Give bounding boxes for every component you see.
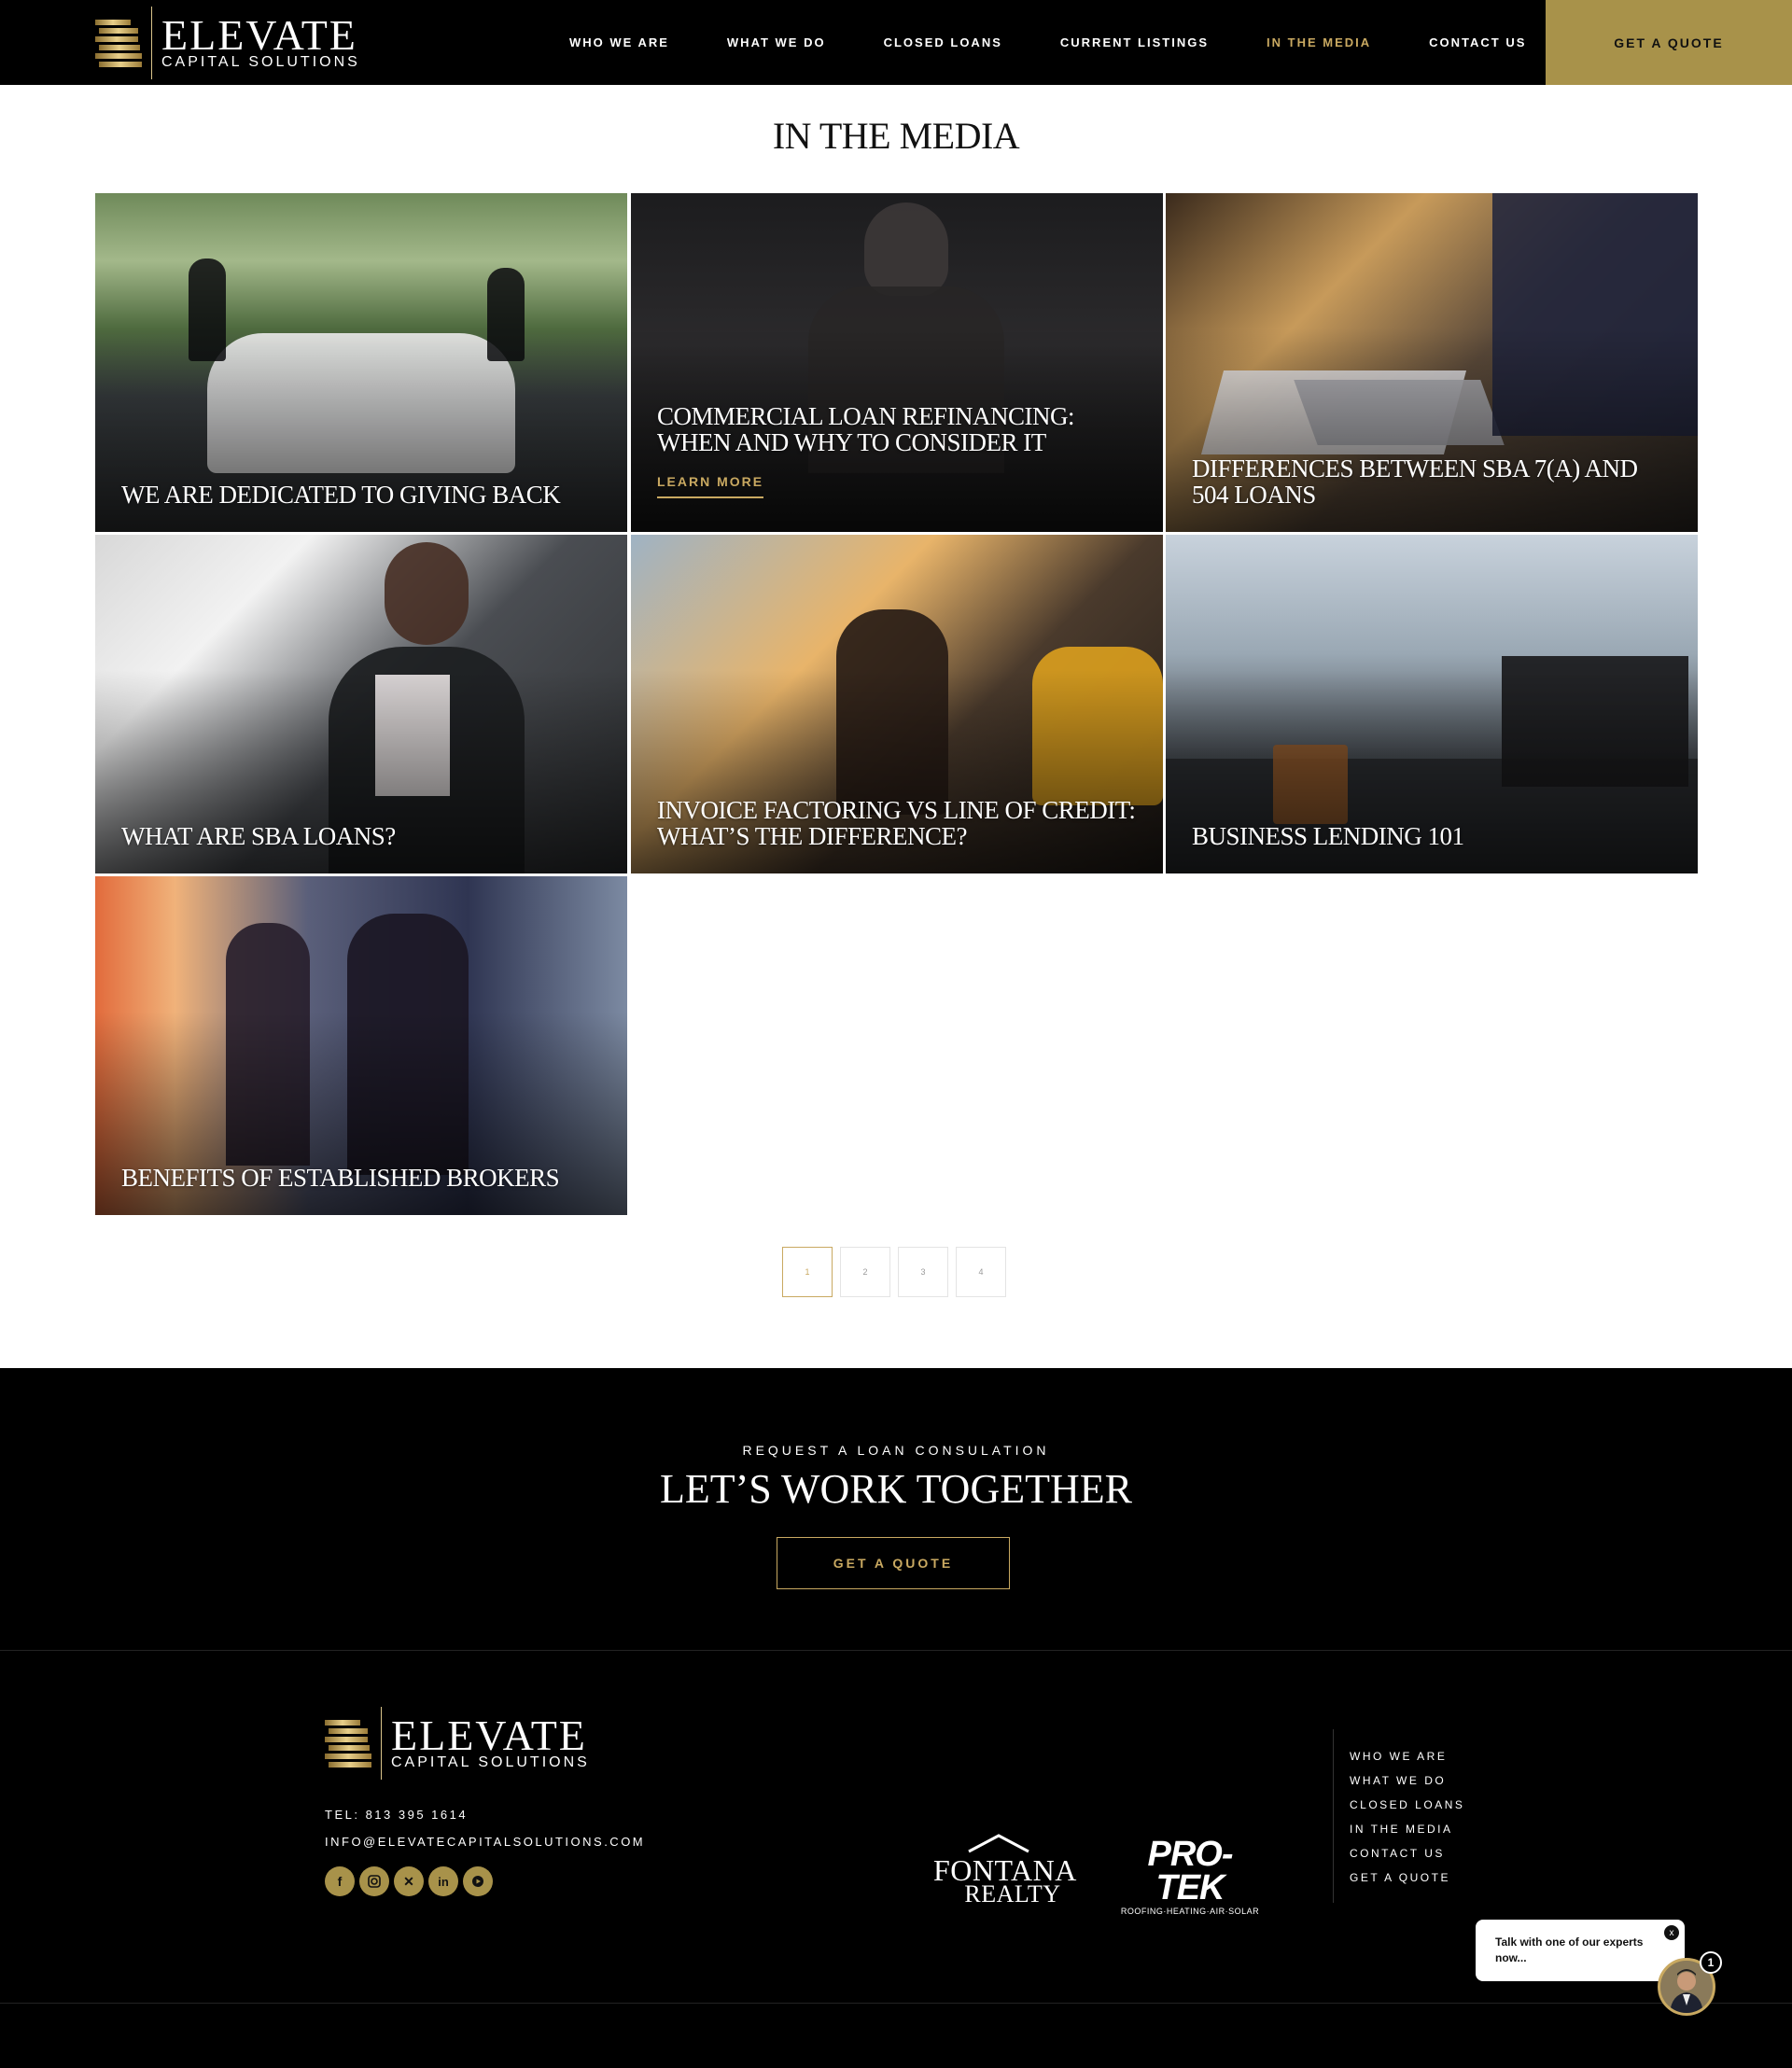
- article-card-invoice-factoring[interactable]: INVOICE FACTORING VS LINE OF CREDIT: WHA…: [631, 535, 1163, 873]
- footer-link-in-the-media[interactable]: IN THE MEDIA: [1350, 1823, 1464, 1836]
- page-title: IN THE MEDIA: [772, 115, 1020, 157]
- partner-pro-tek[interactable]: PRO-TEK ROOFING·HEATING·AIR·SOLAR: [1120, 1837, 1260, 1916]
- partner-name: PRO-TEK: [1147, 1835, 1234, 1907]
- footer-logo-tagline: CAPITAL SOLUTIONS: [391, 1754, 590, 1770]
- footer-link-what-we-do[interactable]: WHAT WE DO: [1350, 1774, 1464, 1787]
- chat-close-icon[interactable]: x: [1664, 1925, 1679, 1940]
- logo-name: ELEVATE: [161, 11, 357, 59]
- nav-who-we-are[interactable]: WHO WE ARE: [569, 35, 669, 49]
- pagination: 1 2 3 4: [782, 1247, 1014, 1297]
- article-card-established-brokers[interactable]: BENEFITS OF ESTABLISHED BROKERS: [95, 876, 627, 1215]
- cta-get-a-quote-button[interactable]: GET A QUOTE: [777, 1537, 1010, 1589]
- site-logo[interactable]: ELEVATE CAPITAL SOLUTIONS: [95, 6, 360, 80]
- main-nav: WHO WE ARE WHAT WE DO CLOSED LOANS CURRE…: [569, 0, 1584, 85]
- elevate-logo-icon: [325, 1720, 371, 1768]
- instagram-icon[interactable]: [359, 1866, 389, 1896]
- article-card-sba-7a-504[interactable]: DIFFERENCES BETWEEN SBA 7(A) AND 504 LOA…: [1166, 193, 1698, 532]
- page-2-button[interactable]: 2: [840, 1247, 890, 1297]
- facebook-icon[interactable]: f: [325, 1866, 355, 1896]
- article-title: BENEFITS OF ESTABLISHED BROKERS: [121, 1164, 560, 1192]
- nav-closed-loans[interactable]: CLOSED LOANS: [884, 35, 1002, 49]
- footer-bottom-rule: [0, 2003, 1792, 2004]
- article-title-text: COMMERCIAL LOAN REFINANCING: WHEN AND WH…: [657, 402, 1075, 456]
- site-footer: ELEVATE CAPITAL SOLUTIONS TEL: 813 395 1…: [0, 1651, 1792, 2068]
- article-title: BUSINESS LENDING 101: [1192, 822, 1464, 850]
- article-title: DIFFERENCES BETWEEN SBA 7(A) AND 504 LOA…: [1192, 454, 1638, 509]
- logo-divider: [151, 7, 152, 79]
- footer-link-closed-loans[interactable]: CLOSED LOANS: [1350, 1798, 1464, 1811]
- elevate-logo-icon: [95, 20, 142, 67]
- cta-title: LET’S WORK TOGETHER: [660, 1466, 1132, 1512]
- chat-notification-badge: 1: [1700, 1951, 1722, 1974]
- chat-message: Talk with one of our experts now...: [1495, 1935, 1644, 1964]
- page-1-button[interactable]: 1: [782, 1247, 833, 1297]
- article-title: WE ARE DEDICATED TO GIVING BACK: [121, 481, 561, 509]
- article-title: COMMERCIAL LOAN REFINANCING: WHEN AND WH…: [657, 403, 1144, 498]
- youtube-icon[interactable]: [463, 1866, 493, 1896]
- nav-current-listings[interactable]: CURRENT LISTINGS: [1060, 35, 1209, 49]
- page-4-button[interactable]: 4: [956, 1247, 1006, 1297]
- chat-prompt[interactable]: Talk with one of our experts now... x: [1476, 1920, 1685, 1981]
- footer-link-get-a-quote[interactable]: GET A QUOTE: [1350, 1871, 1464, 1884]
- article-title: WHAT ARE SBA LOANS?: [121, 822, 396, 850]
- page-3-button[interactable]: 3: [898, 1247, 948, 1297]
- article-title: INVOICE FACTORING VS LINE OF CREDIT: WHA…: [657, 796, 1136, 850]
- article-card-giving-back[interactable]: WE ARE DEDICATED TO GIVING BACK: [95, 193, 627, 532]
- nav-in-the-media[interactable]: IN THE MEDIA: [1267, 35, 1371, 49]
- nav-what-we-do[interactable]: WHAT WE DO: [727, 35, 826, 49]
- cta-kicker: REQUEST A LOAN CONSULATION: [742, 1443, 1050, 1458]
- nav-contact-us[interactable]: CONTACT US: [1429, 35, 1526, 49]
- x-icon[interactable]: ✕: [394, 1866, 424, 1896]
- article-card-business-lending-101[interactable]: BUSINESS LENDING 101: [1166, 535, 1698, 873]
- footer-email[interactable]: INFO@ELEVATECAPITALSOLUTIONS.COM: [325, 1835, 645, 1849]
- social-links: f ✕ in: [325, 1866, 497, 1896]
- site-header: ELEVATE CAPITAL SOLUTIONS WHO WE ARE WHA…: [0, 0, 1792, 85]
- person-silhouette-image: [864, 203, 948, 296]
- footer-divider: [1333, 1729, 1334, 1903]
- footer-link-who-we-are[interactable]: WHO WE ARE: [1350, 1750, 1464, 1763]
- partner-name-line1: FONTANA: [933, 1853, 1077, 1887]
- footer-nav: WHO WE ARE WHAT WE DO CLOSED LOANS IN TH…: [1350, 1750, 1464, 1895]
- footer-logo[interactable]: ELEVATE CAPITAL SOLUTIONS: [325, 1707, 590, 1780]
- linkedin-icon[interactable]: in: [428, 1866, 458, 1896]
- learn-more-link[interactable]: LEARN MORE: [657, 468, 764, 498]
- partner-fontana-realty[interactable]: FONTANA REALTY: [933, 1833, 1077, 1907]
- logo-text: ELEVATE CAPITAL SOLUTIONS: [161, 11, 360, 70]
- logo-tagline: CAPITAL SOLUTIONS: [161, 54, 360, 70]
- article-card-what-are-sba-loans[interactable]: WHAT ARE SBA LOANS?: [95, 535, 627, 873]
- get-a-quote-button[interactable]: GET A QUOTE: [1546, 0, 1792, 85]
- cta-section: REQUEST A LOAN CONSULATION LET’S WORK TO…: [0, 1368, 1792, 1651]
- house-roof-icon: [968, 1834, 1029, 1853]
- footer-link-contact-us[interactable]: CONTACT US: [1350, 1847, 1464, 1860]
- footer-logo-name: ELEVATE: [391, 1712, 587, 1759]
- partner-subtitle: ROOFING·HEATING·AIR·SOLAR: [1120, 1907, 1260, 1916]
- article-card-loan-refinancing[interactable]: COMMERCIAL LOAN REFINANCING: WHEN AND WH…: [631, 193, 1163, 532]
- woman-image: [385, 542, 469, 645]
- footer-phone[interactable]: TEL: 813 395 1614: [325, 1808, 468, 1822]
